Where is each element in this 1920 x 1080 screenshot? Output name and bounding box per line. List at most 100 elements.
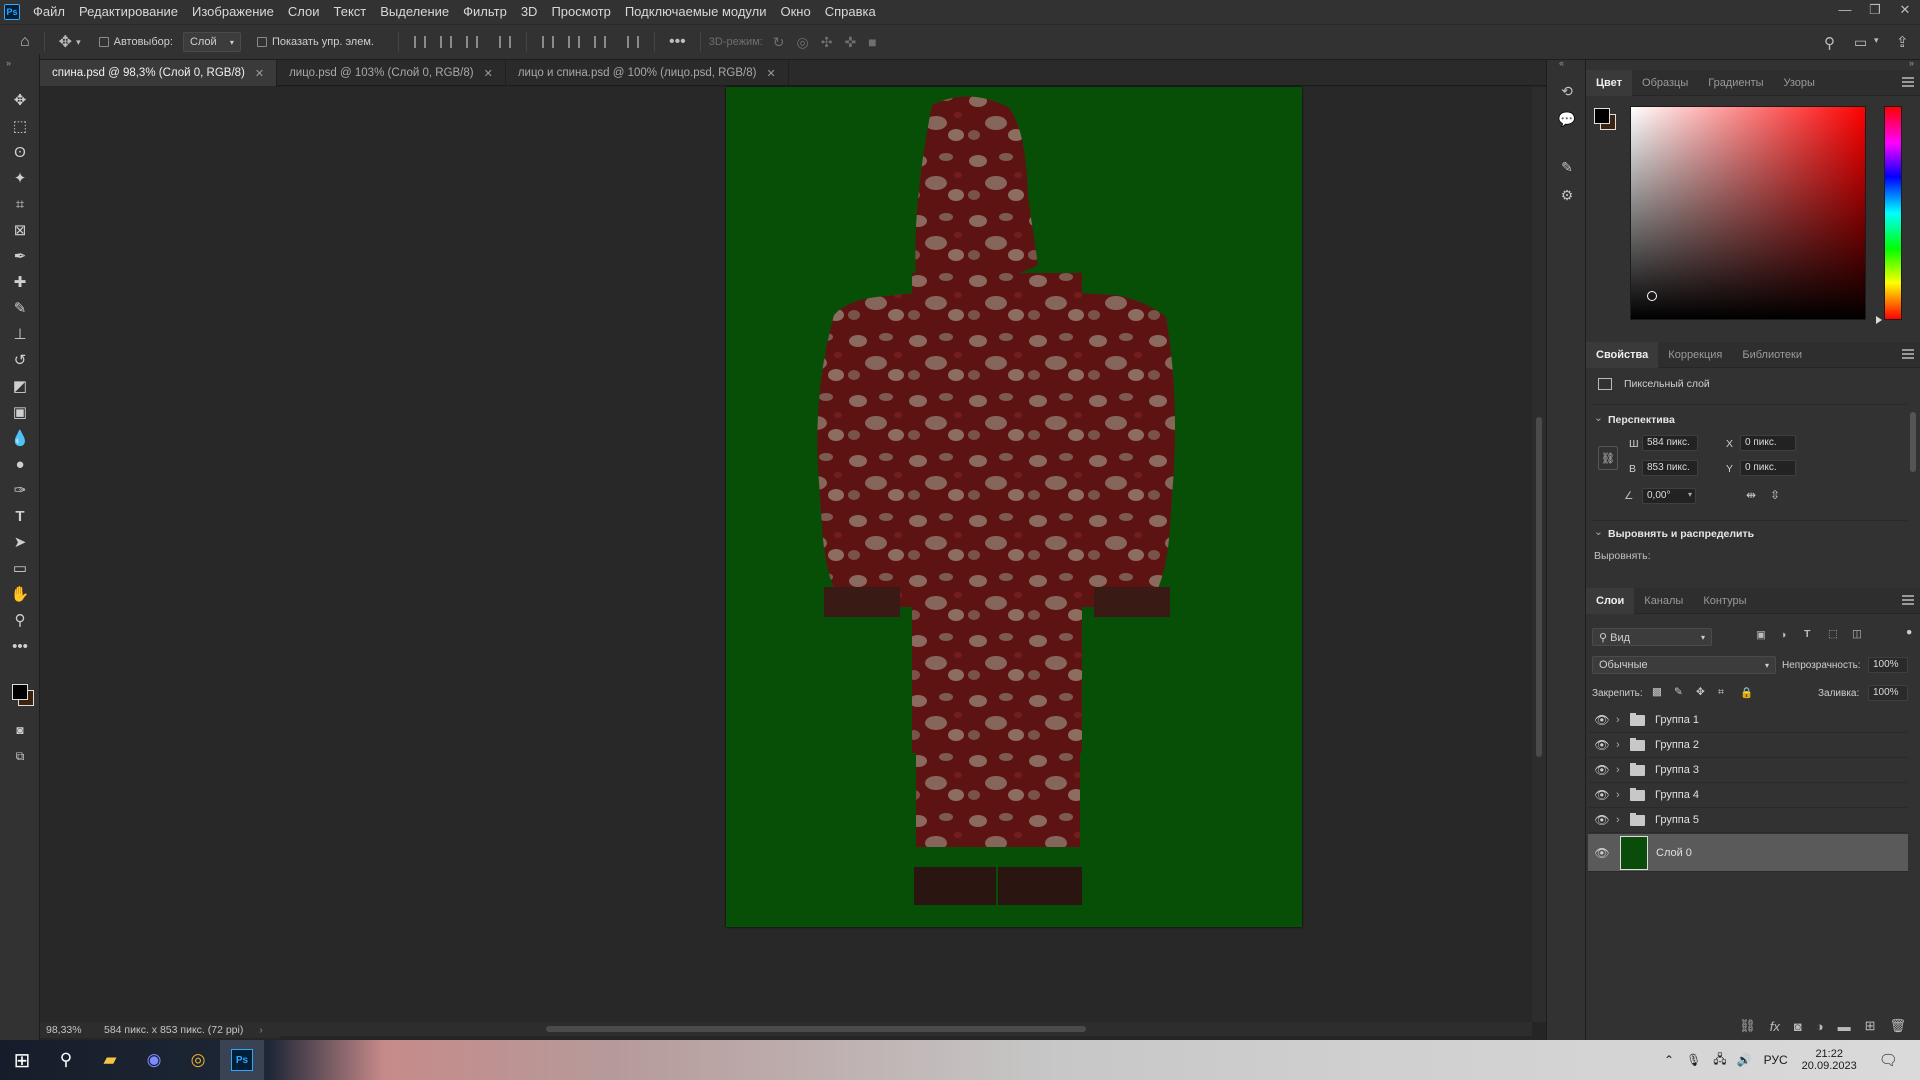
hue-slider[interactable] [1884,106,1902,320]
crop-icon[interactable]: ⌗ [8,192,32,216]
layer-row-selected[interactable]: 👁 Слой 0 [1588,834,1908,872]
tab-swatches[interactable]: Образцы [1632,70,1698,96]
move-icon[interactable]: ✥ [59,32,72,52]
layer-group-3[interactable]: 👁 › Группа 3 [1588,758,1908,783]
menu-filter[interactable]: Фильтр [456,0,514,24]
menu-view[interactable]: Просмотр [544,0,617,24]
brush-icon[interactable]: ✎ [8,296,32,320]
document-canvas[interactable] [726,87,1302,927]
3d-rotate-icon[interactable]: ↻ [773,34,785,51]
network-icon[interactable]: 🖧 [1713,1050,1726,1071]
chevron-up-icon[interactable]: ⌃ [1664,1053,1674,1067]
menu-type[interactable]: Текст [327,0,374,24]
chevron-down-icon[interactable]: ▾ [1874,35,1879,46]
section-align[interactable]: Выровнять и распределить [1608,528,1754,540]
chevron-right-icon[interactable]: › [1616,714,1630,726]
tab-color[interactable]: Цвет [1586,69,1633,96]
chevron-down-icon[interactable]: ▾ [76,37,81,48]
new-adjustment-icon[interactable]: ◑ [1816,1019,1824,1034]
align-right-icon[interactable] [465,36,478,48]
link-icon[interactable]: ⛓ [1598,446,1618,470]
windows-start-icon[interactable]: ⊞ [0,1040,44,1080]
foreground-color-swatch[interactable] [1594,108,1610,124]
quick-mask-icon[interactable]: ◙ [8,718,32,742]
filter-type-icon[interactable]: T [1804,628,1810,640]
close-window-icon[interactable]: ✕ [1890,0,1920,24]
restore-icon[interactable]: ❐ [1860,0,1890,24]
zoom-level[interactable]: 98,33% [46,1024,104,1036]
chevron-right-icon[interactable]: › [259,1024,263,1036]
tab-paths[interactable]: Контуры [1693,588,1756,614]
new-group-icon[interactable]: ▬ [1838,1019,1851,1034]
eye-icon[interactable]: 👁 [1588,763,1616,777]
eye-icon[interactable]: 👁 [1588,788,1616,802]
tab-patterns[interactable]: Узоры [1774,70,1825,96]
stamp-icon[interactable]: ⊥ [8,322,32,346]
color-picker-marker[interactable] [1647,291,1657,301]
marquee-icon[interactable]: ⬚ [8,114,32,138]
flip-horizontal-icon[interactable]: ⇹ [1746,488,1756,502]
delete-layer-icon[interactable]: 🗑 [1889,1018,1906,1034]
language-indicator[interactable]: РУС [1764,1053,1788,1067]
tab-layers[interactable]: Слои [1586,587,1635,614]
history-icon[interactable]: ⟲ [1556,80,1578,102]
close-icon[interactable]: ✕ [766,67,775,80]
hue-slider-handle[interactable] [1876,316,1882,324]
lock-transparency-icon[interactable]: ▩ [1652,686,1662,698]
y-field[interactable]: 0 пикс. [1740,460,1796,476]
frame-icon[interactable]: ⊠ [8,218,32,242]
align-bottom-icon[interactable] [593,36,606,48]
close-icon[interactable]: ✕ [255,67,264,80]
collapse-icon[interactable]: » [1909,58,1914,68]
fill-field[interactable]: 100% [1868,685,1908,701]
healing-icon[interactable]: ✚ [8,270,32,294]
vertical-scrollbar[interactable] [1532,87,1546,1022]
color-picker-field[interactable] [1630,106,1866,320]
share-icon[interactable]: ⇪ [1896,33,1909,51]
lock-position-icon[interactable]: ✥ [1696,686,1705,698]
home-icon[interactable]: ⌂ [20,33,30,51]
align-top-icon[interactable] [541,36,554,48]
search-icon[interactable]: ⚲ [1824,34,1835,52]
flip-vertical-icon[interactable]: ⇳ [1770,488,1780,502]
tab-properties[interactable]: Свойства [1586,341,1659,368]
tab-channels[interactable]: Каналы [1634,588,1693,614]
chevron-down-icon[interactable]: ⌄ [1594,526,1603,538]
filter-shape-icon[interactable]: ⬚ [1828,628,1838,640]
3d-pan-icon[interactable]: ✣ [821,34,833,51]
more-icon[interactable]: ••• [8,634,32,658]
menu-select[interactable]: Выделение [373,0,456,24]
minimize-icon[interactable]: — [1830,0,1860,24]
pen-icon[interactable]: ✑ [8,478,32,502]
layer-group-4[interactable]: 👁 › Группа 4 [1588,783,1908,808]
tab-document-2[interactable]: лицо.psd @ 103% (Слой 0, RGB/8) ✕ [277,60,506,86]
horizontal-scrollbar[interactable] [280,1022,1532,1036]
gradient-icon[interactable]: ▣ [8,400,32,424]
section-perspective[interactable]: Перспектива [1608,414,1675,426]
layer-filter-dropdown[interactable]: ⚲ Вид ▾ [1592,628,1712,646]
align-left-icon[interactable] [413,36,426,48]
microphone-icon[interactable]: 🎙 [1686,1053,1701,1067]
eye-icon[interactable]: 👁 [1588,846,1616,860]
adjust-icon[interactable]: ⚙ [1556,184,1578,206]
menu-edit[interactable]: Редактирование [72,0,185,24]
layer-group-5[interactable]: 👁 › Группа 5 [1588,808,1908,833]
3d-camera-icon[interactable]: ■ [868,34,876,50]
tab-adjustments[interactable]: Коррекция [1658,342,1732,368]
chrome-icon[interactable]: ◎ [176,1040,220,1080]
height-field[interactable]: 853 пикс. [1642,460,1698,476]
brush-settings-icon[interactable]: ✎ [1556,156,1578,178]
hand-icon[interactable]: ✋ [8,582,32,606]
align-middle-icon[interactable] [567,36,580,48]
chevron-down-icon[interactable]: ⌄ [1594,412,1603,424]
clock[interactable]: 21:22 20.09.2023 [1802,1048,1857,1072]
menu-layers[interactable]: Слои [281,0,327,24]
workspace-icon[interactable]: ▭ [1854,34,1867,51]
add-mask-icon[interactable]: ◙ [1794,1019,1802,1034]
tab-document-1[interactable]: спина.psd @ 98,3% (Слой 0, RGB/8) ✕ [40,60,278,86]
discord-icon[interactable]: ◉ [132,1040,176,1080]
chevron-down-icon[interactable]: ▾ [1688,490,1692,499]
x-field[interactable]: 0 пикс. [1740,435,1796,451]
more-options-icon[interactable]: ••• [669,33,686,51]
eye-icon[interactable]: 👁 [1588,738,1616,752]
